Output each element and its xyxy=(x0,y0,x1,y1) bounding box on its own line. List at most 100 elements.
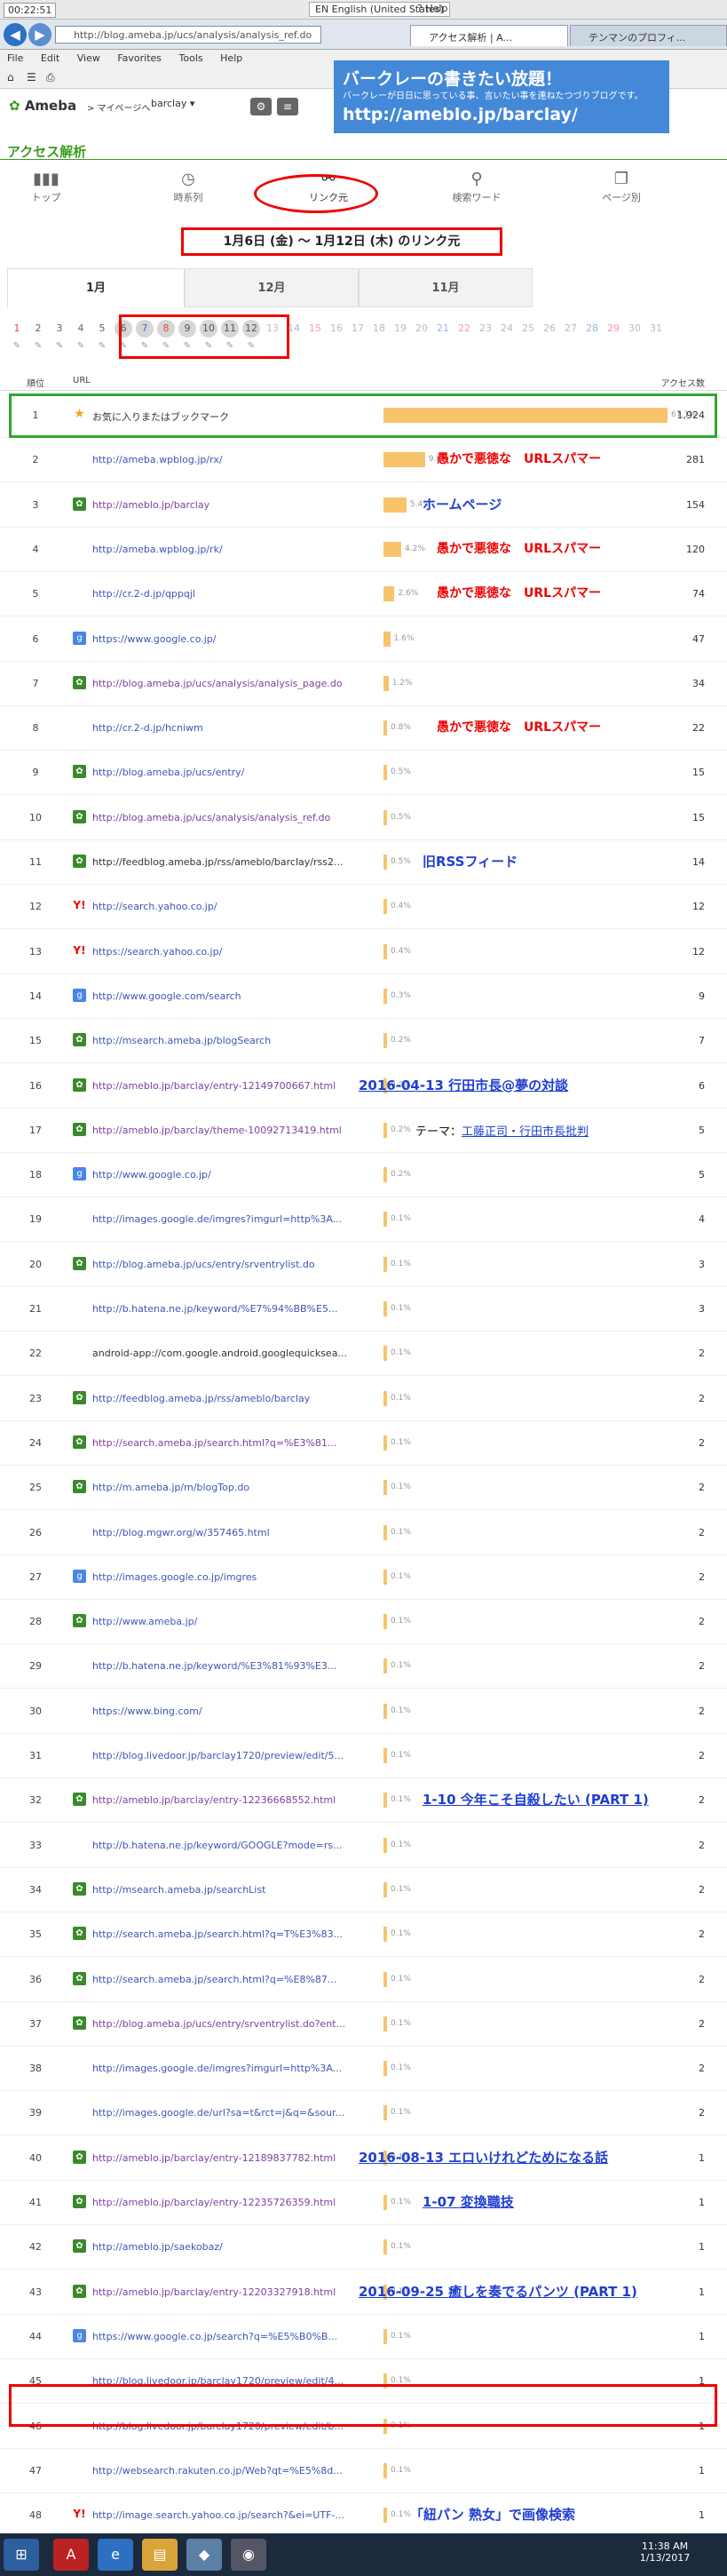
media-icon[interactable]: ◉ xyxy=(231,2539,266,2571)
row-url[interactable]: http://msearch.ameba.jp/searchList xyxy=(92,1884,359,1896)
row-url[interactable]: http://b.hatena.ne.jp/keyword/%E7%94%BB%… xyxy=(92,1303,359,1315)
day-27[interactable]: 27 xyxy=(561,320,581,338)
row-url[interactable]: http://images.google.de/imgres?imgurl=ht… xyxy=(92,1213,359,1225)
day-30[interactable]: 30 xyxy=(625,320,644,338)
help-button[interactable]: ? Help xyxy=(417,3,447,14)
back-button[interactable]: ◀ xyxy=(4,23,27,46)
row-url[interactable]: http://images.google.de/imgres?imgurl=ht… xyxy=(92,2063,359,2074)
start-icon[interactable]: ⊞ xyxy=(4,2539,39,2571)
tab-timeline[interactable]: ◷ 時系列 xyxy=(144,169,233,204)
row-url[interactable]: http://cr.2-d.jp/qppqjl xyxy=(92,588,359,600)
day-21[interactable]: 21 xyxy=(433,320,453,338)
home-icon[interactable]: ⌂ xyxy=(7,71,14,83)
month-tab-november[interactable]: 11月 xyxy=(359,268,533,307)
day-19[interactable]: 19 xyxy=(391,320,410,338)
menu-view[interactable]: View xyxy=(70,50,107,67)
tab-analysis[interactable]: アクセス解析 | A... xyxy=(410,25,568,46)
day-26[interactable]: 26 xyxy=(540,320,559,338)
day-20[interactable]: 20 xyxy=(412,320,431,338)
row-url[interactable]: http://www.google.co.jp/ xyxy=(92,1169,359,1181)
tab-search-words[interactable]: ⚲ 検索ワード xyxy=(432,169,521,204)
row-url[interactable]: http://www.ameba.jp/ xyxy=(92,1616,359,1627)
row-url[interactable]: http://ameblo.jp/barclay/entry-122366685… xyxy=(92,1794,359,1806)
row-url[interactable]: http://b.hatena.ne.jp/keyword/%E3%81%93%… xyxy=(92,1660,359,1672)
day-15[interactable]: 15 xyxy=(305,320,325,338)
row-url[interactable]: http://image.search.yahoo.co.jp/search?&… xyxy=(92,2509,359,2521)
row-url[interactable]: http://cr.2-d.jp/hcniwm xyxy=(92,722,359,734)
row-url[interactable]: http://ameblo.jp/saekobaz/ xyxy=(92,2241,359,2253)
row-url[interactable]: http://blog.ameba.jp/ucs/entry/srventryl… xyxy=(92,2018,359,2030)
row-url[interactable]: http://ameba.wpblog.jp/rk/ xyxy=(92,544,359,555)
app-icon[interactable]: ◆ xyxy=(186,2539,222,2571)
row-url[interactable]: http://blog.mgwr.org/w/357465.html xyxy=(92,1527,359,1538)
day-29[interactable]: 29 xyxy=(604,320,623,338)
row-url[interactable]: http://ameblo.jp/barclay/theme-100927134… xyxy=(92,1125,359,1136)
row-url[interactable]: http://search.ameba.jp/search.html?q=T%E… xyxy=(92,1928,359,1940)
blog-banner[interactable]: バークレーの書きたい放題！ バークレーが日日に思っている事、言いたい事を連ねたつ… xyxy=(334,60,669,133)
url-input[interactable]: http://blog.ameba.jp/ucs/analysis/analys… xyxy=(55,26,321,44)
menu-button[interactable]: ≡ xyxy=(277,98,298,115)
acrobat-icon[interactable]: A xyxy=(53,2539,89,2571)
row-url[interactable]: http://search.ameba.jp/search.html?q=%E3… xyxy=(92,1437,359,1449)
month-tab-december[interactable]: 12月 xyxy=(185,268,359,307)
day-18[interactable]: 18 xyxy=(369,320,389,338)
row-url[interactable]: https://www.google.co.jp/ xyxy=(92,633,359,645)
account-menu[interactable]: barclay ▾ xyxy=(151,98,194,109)
day-4[interactable]: 4 ✎ xyxy=(71,320,91,351)
row-url[interactable]: http://ameba.wpblog.jp/rx/ xyxy=(92,454,359,465)
row-url[interactable]: http://images.google.co.jp/imgres xyxy=(92,1571,359,1583)
day-3[interactable]: 3 ✎ xyxy=(50,320,69,351)
day-28[interactable]: 28 xyxy=(582,320,602,338)
day-1[interactable]: 1 ✎ xyxy=(7,320,27,351)
row-url[interactable]: http://search.ameba.jp/search.html?q=%E8… xyxy=(92,1974,359,1985)
menu-edit[interactable]: Edit xyxy=(34,50,67,67)
row-url[interactable]: http://www.google.com/search xyxy=(92,990,359,1002)
day-22[interactable]: 22 xyxy=(454,320,474,338)
row-url[interactable]: http://blog.ameba.jp/ucs/analysis/analys… xyxy=(92,812,359,823)
folder-icon[interactable]: ▤ xyxy=(142,2539,178,2571)
day-5[interactable]: 5 ✎ xyxy=(92,320,112,351)
day-25[interactable]: 25 xyxy=(518,320,538,338)
row-url[interactable]: http://b.hatena.ne.jp/keyword/GOOGLE?mod… xyxy=(92,1840,359,1851)
row-url[interactable]: http://ameblo.jp/barclay xyxy=(92,499,359,511)
row-url[interactable]: http://blog.ameba.jp/ucs/entry/srventryl… xyxy=(92,1259,359,1270)
settings-button[interactable]: ⚙ xyxy=(250,98,272,115)
row-url[interactable]: http://msearch.ameba.jp/blogSearch xyxy=(92,1035,359,1046)
tab-top[interactable]: ▮▮▮ トップ xyxy=(2,169,91,204)
forward-button[interactable]: ▶ xyxy=(28,23,51,46)
day-2[interactable]: 2 ✎ xyxy=(28,320,48,351)
row-url[interactable]: http://search.yahoo.co.jp/ xyxy=(92,901,359,912)
month-tab-january[interactable]: 1月 xyxy=(7,268,185,307)
menu-favorites[interactable]: Favorites xyxy=(110,50,169,67)
menu-file[interactable]: File xyxy=(0,50,30,67)
theme-link[interactable]: 工藤正司・行田市長批判 xyxy=(462,1125,589,1139)
day-31[interactable]: 31 xyxy=(646,320,666,338)
menu-tools[interactable]: Tools xyxy=(172,50,210,67)
row-url[interactable]: http://blog.ameba.jp/ucs/analysis/analys… xyxy=(92,678,359,689)
menu-help[interactable]: Help xyxy=(213,50,249,67)
ameba-logo[interactable]: ✿ Ameba xyxy=(9,98,76,114)
row-url[interactable]: http://ameblo.jp/barclay/entry-122033279… xyxy=(92,2286,359,2298)
tab-pages[interactable]: ❐ ページ別 xyxy=(577,169,666,204)
feeds-icon[interactable]: ☰ xyxy=(27,71,36,83)
mypage-link[interactable]: > マイページへ xyxy=(87,100,150,114)
row-url[interactable]: http://websearch.rakuten.co.jp/Web?qt=%E… xyxy=(92,2465,359,2477)
day-24[interactable]: 24 xyxy=(497,320,517,338)
print-icon[interactable]: ⎙ xyxy=(46,71,55,84)
row-url[interactable]: http://blog.ameba.jp/ucs/entry/ xyxy=(92,767,359,778)
day-23[interactable]: 23 xyxy=(476,320,495,338)
row-url[interactable]: http://blog.livedoor.jp/barclay1720/prev… xyxy=(92,1750,359,1761)
row-url[interactable]: http://m.ameba.jp/m/blogTop.do xyxy=(92,1482,359,1493)
row-url[interactable]: http://ameblo.jp/barclay/entry-121898377… xyxy=(92,2152,359,2164)
row-url[interactable]: http://ameblo.jp/barclay/entry-122357263… xyxy=(92,2197,359,2208)
ie-icon[interactable]: e xyxy=(98,2539,133,2571)
row-url[interactable]: https://search.yahoo.co.jp/ xyxy=(92,946,359,958)
row-url[interactable]: http://ameblo.jp/barclay/entry-121497006… xyxy=(92,1080,359,1092)
row-url[interactable]: https://www.google.co.jp/search?q=%E5%B0… xyxy=(92,2331,359,2342)
day-16[interactable]: 16 xyxy=(327,320,346,338)
tab-profile[interactable]: テンマンのプロフィ... xyxy=(570,25,727,46)
row-url[interactable]: http://images.google.de/url?sa=t&rct=j&q… xyxy=(92,2107,359,2119)
tray-clock[interactable]: 11:38 AM 1/13/2017 xyxy=(625,2540,705,2564)
row-url[interactable]: http://feedblog.ameba.jp/rss/ameblo/barc… xyxy=(92,1393,359,1404)
day-17[interactable]: 17 xyxy=(348,320,367,338)
